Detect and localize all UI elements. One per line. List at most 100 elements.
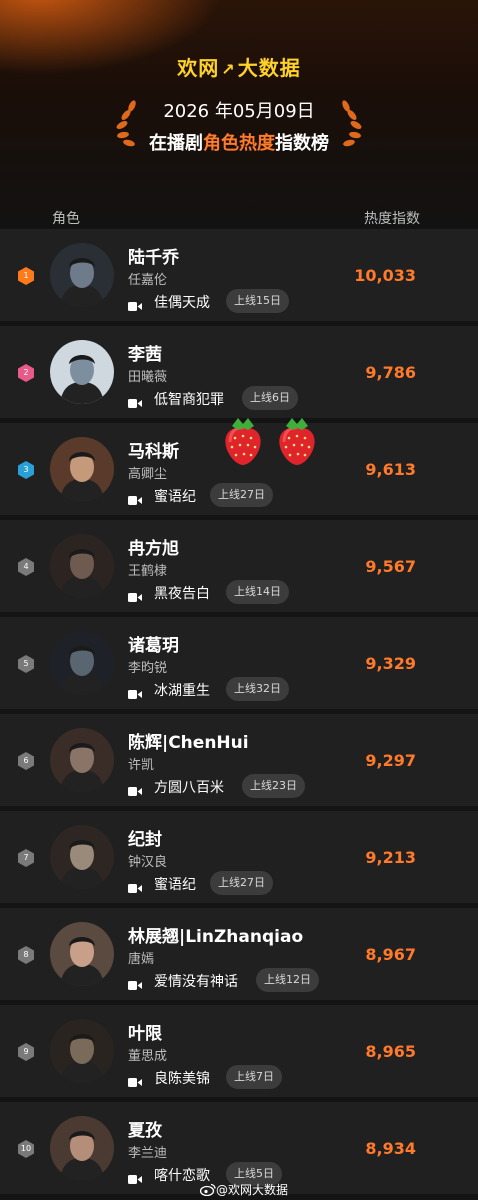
ranking-row[interactable]: 4 冉方旭王鹤棣黑夜告白 上线14日 9,567 (0, 520, 478, 612)
weibo-icon (199, 1183, 216, 1199)
show-title-text: 佳偶天成 (154, 295, 210, 311)
heat-score: 10,033 (354, 266, 416, 285)
online-days-badge: 上线27日 (210, 871, 273, 895)
role-name: 冉方旭 (128, 539, 179, 559)
online-days-badge: 上线12日 (256, 968, 319, 992)
role-name: 陆千乔 (128, 248, 179, 268)
brand-left: 欢网 (177, 56, 220, 80)
rank-badge: 4 (18, 558, 34, 576)
show-title-text: 冰湖重生 (154, 683, 210, 699)
avatar[interactable] (50, 825, 114, 889)
strawberry-icon (225, 418, 261, 465)
title-highlight: 角色热度 (203, 133, 275, 154)
title-prefix: 在播剧 (149, 133, 203, 154)
actor-name: 许凯 (128, 758, 155, 773)
rank-badge: 9 (18, 1043, 34, 1061)
ranking-row[interactable]: 6 陈辉|ChenHui 许凯 方圆八百米 上线23日 9,297 (0, 714, 478, 806)
actor-name: 唐嫣 (128, 952, 155, 967)
video-camera-icon (128, 687, 142, 699)
actor-name: 钟汉良 (128, 855, 168, 870)
show-title-text: 方圆八百米 (154, 780, 224, 796)
show-title-text: 低智商犯罪 (154, 392, 224, 408)
heat-score: 9,297 (365, 751, 416, 770)
rank-badge: 7 (18, 849, 34, 867)
video-camera-icon (128, 978, 142, 990)
avatar[interactable] (50, 728, 114, 792)
video-camera-icon (128, 1075, 142, 1087)
actor-name: 田曦薇 (128, 370, 168, 385)
ranking-row[interactable]: 1 陆千乔 任嘉伦 佳偶天成 上线15日 10,033 (0, 229, 478, 321)
ranking-row[interactable]: 8 林展翘|LinZhanqiao 唐嫣爱情没有神话 上线12日 8,967 (0, 908, 478, 1000)
show-title[interactable]: 蜜语纪 (128, 486, 196, 506)
role-name: 夏孜 (128, 1121, 162, 1141)
online-days-badge: 上线14日 (226, 580, 289, 604)
rank-badge: 10 (18, 1140, 34, 1158)
weibo-watermark: @欢网大数据 (199, 1181, 289, 1199)
avatar[interactable] (50, 534, 114, 598)
avatar[interactable] (50, 437, 114, 501)
watermark-text: @欢网大数据 (216, 1183, 289, 1197)
show-title[interactable]: 喀什恋歌 (128, 1165, 210, 1185)
role-name: 林展翘|LinZhanqiao (128, 927, 304, 947)
heat-score: 9,329 (365, 654, 416, 673)
show-title[interactable]: 黑夜告白 (128, 583, 210, 603)
actor-name: 王鹤棣 (128, 564, 168, 579)
ranking-row[interactable]: 2 李茜田曦薇低智商犯罪 上线6日 9,786 (0, 326, 478, 418)
ranking-row[interactable]: 9 叶限 董思成 良陈美锦 上线7日 8,965 (0, 1005, 478, 1097)
online-days-badge: 上线15日 (226, 289, 289, 313)
show-title[interactable]: 蜜语纪 (128, 874, 196, 894)
avatar[interactable] (50, 340, 114, 404)
brand-logo: 欢网 ↗ 大数据 (0, 52, 478, 81)
report-date: 2026 年05月09日 (163, 101, 315, 122)
show-title[interactable]: 冰湖重生 (128, 680, 210, 700)
rank-badge: 2 (18, 364, 34, 382)
heat-score: 8,967 (365, 945, 416, 964)
avatar[interactable] (50, 1019, 114, 1083)
rank-badge: 8 (18, 946, 34, 964)
strawberry-icon (279, 418, 315, 465)
ranking-row[interactable]: 7 纪封 钟汉良 蜜语纪 上线27日 9,213 (0, 811, 478, 903)
trend-arrow-icon: ↗ (221, 60, 236, 79)
avatar[interactable] (50, 243, 114, 307)
heat-score: 9,786 (365, 363, 416, 382)
show-title-text: 黑夜告白 (154, 586, 210, 602)
heat-score: 8,965 (365, 1042, 416, 1061)
ranking-row[interactable]: 5 诸葛玥 李昀锐 冰湖重生 上线32日 9,329 (0, 617, 478, 709)
show-title-text: 蜜语纪 (154, 877, 196, 893)
show-title[interactable]: 低智商犯罪 (128, 389, 224, 409)
show-title-text: 蜜语纪 (154, 489, 196, 505)
video-camera-icon (128, 299, 142, 311)
report-title: 在播剧角色热度指数榜 (0, 129, 478, 155)
role-name: 叶限 (128, 1024, 162, 1044)
show-title[interactable]: 佳偶天成 (128, 292, 210, 312)
rank-badge: 3 (18, 461, 34, 479)
rank-badge: 5 (18, 655, 34, 673)
avatar[interactable] (50, 1116, 114, 1180)
column-header-role: 角色 (52, 211, 80, 227)
role-name: 李茜 (128, 345, 162, 365)
video-camera-icon (128, 590, 142, 602)
online-days-badge: 上线7日 (226, 1065, 282, 1089)
heat-score: 9,613 (365, 460, 416, 479)
show-title[interactable]: 良陈美锦 (128, 1068, 210, 1088)
online-days-badge: 上线32日 (226, 677, 289, 701)
header: 欢网 ↗ 大数据 2026 年05月09日 在播剧角色热度指数榜 (0, 0, 478, 228)
actor-name: 李兰迪 (128, 1146, 168, 1161)
avatar[interactable] (50, 922, 114, 986)
show-title[interactable]: 方圆八百米 (128, 777, 224, 797)
online-days-badge: 上线23日 (242, 774, 305, 798)
online-days-badge: 上线6日 (242, 386, 298, 410)
video-camera-icon (128, 784, 142, 796)
show-title-text: 爱情没有神话 (154, 974, 238, 990)
show-title[interactable]: 爱情没有神话 (128, 971, 238, 991)
avatar[interactable] (50, 631, 114, 695)
show-title-text: 良陈美锦 (154, 1071, 210, 1087)
column-header-score: 热度指数 (364, 211, 420, 227)
actor-name: 李昀锐 (128, 661, 168, 676)
video-camera-icon (128, 1172, 142, 1184)
heat-score: 9,213 (365, 848, 416, 867)
role-name: 陈辉|ChenHui (128, 733, 249, 753)
heat-score: 9,567 (365, 557, 416, 576)
actor-name: 高卿尘 (128, 467, 168, 482)
heat-score: 8,934 (365, 1139, 416, 1158)
